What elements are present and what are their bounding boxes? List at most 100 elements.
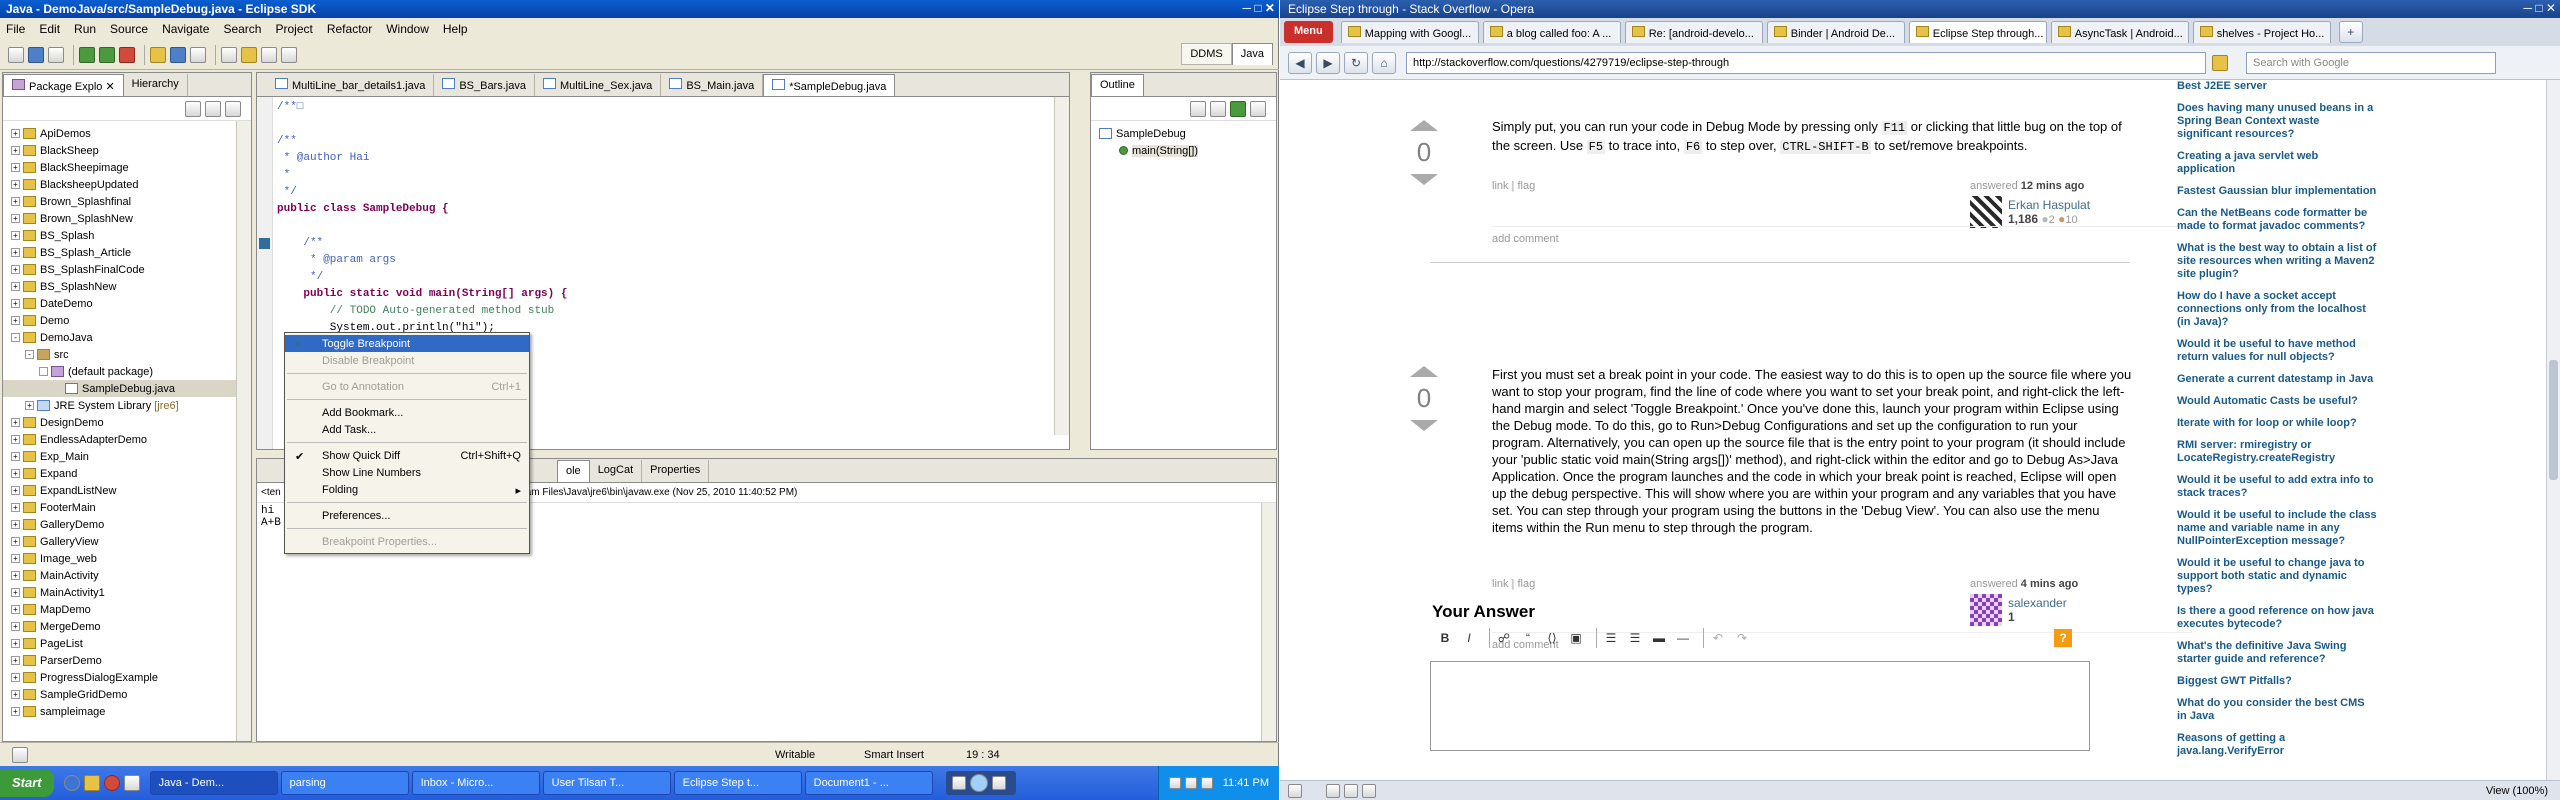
context-menu-item[interactable]: Show Line Numbers [285, 464, 529, 481]
scrollbar-thumb[interactable] [2549, 360, 2558, 480]
turbo-icon[interactable] [1326, 783, 1340, 798]
expand-toggle-icon[interactable]: + [11, 605, 20, 614]
tree-item[interactable]: + BS_Splash_Article [3, 244, 239, 261]
context-menu-item[interactable]: Folding ▸ [285, 481, 529, 498]
vote-up-icon[interactable] [1410, 366, 1438, 377]
horizontal-rule-icon[interactable]: — [1674, 629, 1692, 647]
expand-toggle-icon[interactable]: + [11, 316, 20, 325]
expand-toggle-icon[interactable]: + [11, 282, 20, 291]
related-question-link[interactable]: Is there a good reference on how java ex… [2177, 605, 2377, 631]
browser-tab[interactable]: Mapping with Googl... [1340, 21, 1479, 43]
expand-toggle-icon[interactable]: + [11, 299, 20, 308]
media-next-icon[interactable] [991, 776, 1006, 790]
expand-toggle-icon[interactable]: + [11, 129, 20, 138]
tree-item[interactable]: + BS_SplashFinalCode [3, 261, 239, 278]
menu-refactor[interactable]: Refactor [327, 22, 372, 36]
tree-item[interactable]: + GalleryDemo [3, 516, 239, 533]
opera-menu-button[interactable]: Menu [1284, 21, 1333, 43]
context-menu-item[interactable]: Add Bookmark... [285, 404, 529, 421]
tree-item[interactable]: + Demo [3, 312, 239, 329]
start-button[interactable]: Start [0, 769, 54, 797]
rss-icon[interactable] [2212, 54, 2228, 71]
outline-class[interactable]: SampleDebug [1091, 125, 1276, 142]
tab-outline[interactable]: Outline [1091, 73, 1144, 96]
debug-icon[interactable] [79, 46, 95, 63]
expand-toggle-icon[interactable]: + [11, 656, 20, 665]
link-icon[interactable]: ☍ [1495, 629, 1513, 647]
forward-icon[interactable]: ▶ [1316, 51, 1340, 74]
expand-toggle-icon[interactable]: + [25, 401, 34, 410]
related-question-link[interactable]: Would Automatic Casts be useful? [2177, 395, 2377, 408]
tree-item[interactable]: + PageList [3, 635, 239, 652]
hide-static-icon[interactable] [1230, 100, 1246, 117]
expand-toggle-icon[interactable]: + [11, 214, 20, 223]
tree-item[interactable]: + ApiDemos [3, 125, 239, 142]
menu-file[interactable]: File [6, 22, 25, 36]
tree-item[interactable]: - DemoJava [3, 329, 239, 346]
expand-toggle-icon[interactable]: - [11, 333, 20, 342]
redo-icon[interactable]: ↷ [1733, 629, 1751, 647]
browser-tab[interactable]: AsyncTask | Android... [2050, 21, 2189, 43]
tab-package-explorer[interactable]: Package Explo ✕ [3, 73, 124, 96]
quick-launch-folder-icon[interactable] [83, 775, 100, 791]
related-question-link[interactable]: What do you consider the best CMS in Jav… [2177, 697, 2377, 723]
expand-toggle-icon[interactable]: + [11, 554, 20, 563]
vote-down-icon[interactable] [1410, 420, 1438, 431]
window-controls[interactable]: ─ □ ✕ [2524, 1, 2556, 15]
quote-icon[interactable]: “ [1519, 629, 1537, 647]
perspective-java[interactable]: Java [1231, 43, 1273, 65]
tray-volume-icon[interactable] [1184, 777, 1197, 789]
browser-tab[interactable]: Re: [android-develo... [1624, 21, 1763, 43]
expand-toggle-icon[interactable]: + [11, 486, 20, 495]
perspective-ddms[interactable]: DDMS [1181, 43, 1232, 65]
home-icon[interactable]: ⌂ [1372, 51, 1396, 74]
tree-item[interactable]: + EndlessAdapterDemo [3, 431, 239, 448]
save-icon[interactable] [28, 46, 44, 63]
expand-toggle-icon[interactable]: + [11, 146, 20, 155]
outline-method[interactable]: main(String[]) [1091, 142, 1276, 159]
expand-toggle-icon[interactable]: + [11, 163, 20, 172]
image-icon[interactable]: ▣ [1567, 629, 1585, 647]
media-stop-icon[interactable] [951, 776, 966, 790]
answer-textarea[interactable] [1430, 661, 2090, 751]
related-question-link[interactable]: Would it be useful to have method return… [2177, 338, 2377, 364]
vote-up-icon[interactable] [1410, 120, 1438, 131]
related-question-link[interactable]: Does having many unused beans in a Sprin… [2177, 102, 2377, 141]
back-icon[interactable]: ◀ [1288, 51, 1312, 74]
related-question-link[interactable]: Would it be useful to include the class … [2177, 509, 2377, 548]
browser-tab[interactable]: Binder | Android De... [1766, 21, 1905, 43]
add-comment-link[interactable]: add comment [1492, 226, 2192, 245]
tree-item[interactable]: + ExpandListNew [3, 482, 239, 499]
tree-item[interactable]: + ProgressDialogExample [3, 669, 239, 686]
editor-scrollbar[interactable] [1054, 97, 1069, 435]
answer-links[interactable]: link | flag [1492, 180, 1535, 192]
link-with-editor-icon[interactable] [205, 100, 221, 117]
view-menu-icon[interactable] [1250, 100, 1266, 117]
tree-item[interactable]: + DesignDemo [3, 414, 239, 431]
open-type-icon[interactable] [190, 46, 206, 63]
user-name[interactable]: salexander [2008, 596, 2067, 610]
menu-source[interactable]: Source [110, 22, 148, 36]
hide-fields-icon[interactable] [1210, 100, 1226, 117]
numbered-list-icon[interactable]: ☰ [1602, 629, 1620, 647]
related-question-link[interactable]: RMI server: rmiregistry or LocateRegistr… [2177, 439, 2377, 465]
reload-icon[interactable]: ↻ [1344, 51, 1368, 74]
undo-icon[interactable]: ↶ [1709, 629, 1727, 647]
context-menu-item[interactable]: Add Task... [285, 421, 529, 438]
panels-icon[interactable] [1288, 783, 1302, 798]
tree-item[interactable]: + BlackSheepimage [3, 159, 239, 176]
related-question-link[interactable]: How do I have a socket accept connection… [2177, 290, 2377, 329]
expand-toggle-icon[interactable]: + [11, 503, 20, 512]
browser-tab[interactable]: Eclipse Step through... [1908, 21, 2047, 43]
expand-toggle-icon[interactable]: + [11, 231, 20, 240]
answer-links[interactable]: link | flag [1492, 578, 1535, 590]
tree-item[interactable]: - src [3, 346, 239, 363]
expand-toggle-icon[interactable]: + [11, 197, 20, 206]
taskbar-button[interactable]: Document1 - ... [804, 771, 933, 795]
user-avatar[interactable] [1970, 196, 2002, 228]
expand-toggle-icon[interactable]: + [11, 707, 20, 716]
related-question-link[interactable]: Would it be useful to change java to sup… [2177, 557, 2377, 596]
new-tab-icon[interactable]: + [2338, 21, 2363, 43]
bold-button[interactable]: B [1436, 629, 1454, 647]
new-icon[interactable] [8, 46, 24, 63]
